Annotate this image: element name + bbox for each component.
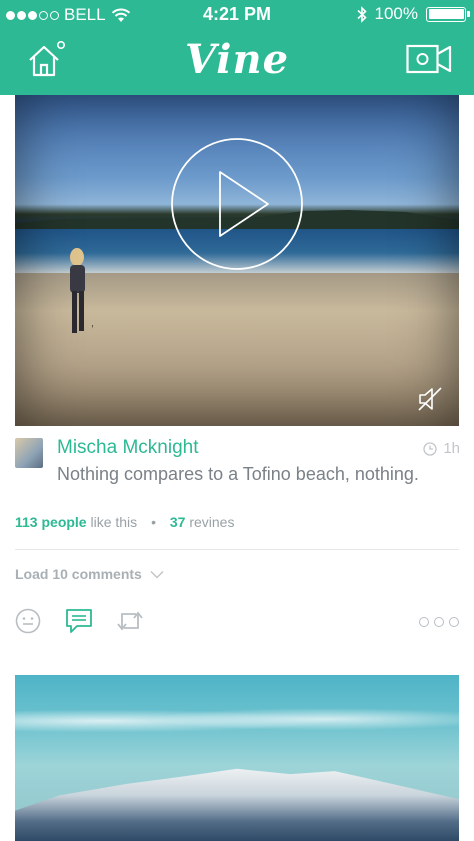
post-time-text: 1h	[443, 440, 460, 457]
battery-percent: 100%	[374, 4, 418, 23]
play-button[interactable]	[170, 137, 304, 271]
post-caption: Nothing compares to a Tofino beach, noth…	[57, 464, 419, 484]
divider	[15, 549, 459, 550]
comment-icon[interactable]	[65, 608, 93, 634]
revines-count[interactable]: 37	[170, 514, 186, 530]
status-bar: BELL 4:21 PM 100%	[0, 0, 474, 30]
username[interactable]: Mischa Mcknight	[57, 437, 199, 459]
likes-count[interactable]: 113 people	[15, 514, 87, 530]
avatar[interactable]	[15, 438, 43, 468]
bluetooth-icon	[356, 5, 367, 23]
mute-icon[interactable]	[417, 386, 443, 412]
more-options-icon[interactable]	[419, 617, 459, 627]
likes-suffix: like this	[90, 514, 138, 530]
top-bar: BELL 4:21 PM 100% Vine	[0, 0, 474, 95]
video-thumbnail[interactable]	[15, 95, 459, 426]
load-comments-button[interactable]: Load 10 comments	[15, 566, 164, 582]
clock-icon	[423, 441, 437, 456]
revine-icon[interactable]	[116, 608, 144, 634]
next-post-thumbnail[interactable]	[15, 675, 459, 841]
video-camera-icon[interactable]	[406, 42, 452, 76]
action-bar	[15, 608, 459, 638]
load-comments-label: Load 10 comments	[15, 566, 142, 582]
like-smiley-icon[interactable]	[15, 608, 41, 634]
battery-icon	[426, 6, 470, 22]
vine-logo[interactable]: Vine	[0, 36, 474, 83]
post-time: 1h	[423, 440, 460, 457]
status-right: 100%	[356, 4, 470, 24]
stats-separator: •	[151, 514, 156, 530]
chevron-down-icon	[150, 570, 164, 579]
revines-suffix: revines	[189, 514, 235, 530]
post-stats: 113 people like this • 37 revines	[15, 514, 234, 530]
